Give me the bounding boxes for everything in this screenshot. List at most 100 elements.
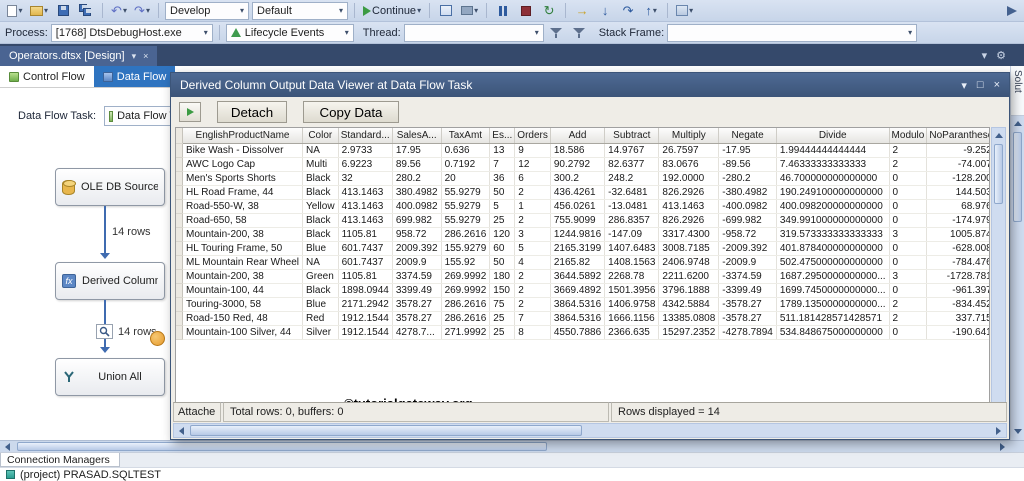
lifecycle-events-combo[interactable]: Lifecycle Events ▾	[225, 23, 354, 42]
grid-column-header[interactable]: NoParantheses	[926, 128, 989, 144]
grid-column-header[interactable]: SalesA...	[392, 128, 442, 144]
data-flow-icon	[102, 71, 113, 82]
grid-row[interactable]: AWC Logo Cap Multi 6.9223 89.56 0.7192 7 12 90.…	[176, 157, 989, 172]
grid-column-header[interactable]: Negate	[718, 128, 777, 144]
chevron-down-icon[interactable]: ▾	[132, 51, 137, 62]
component-union-all[interactable]: Union All	[55, 358, 165, 396]
process-combo[interactable]: [1768] DtsDebugHost.exe ▾	[50, 23, 213, 42]
show-next-statement-button[interactable]: →	[572, 2, 592, 20]
grid-cell: 0	[889, 213, 928, 228]
step-over-button[interactable]: ↷	[618, 2, 638, 20]
grid-row[interactable]: HL Touring Frame, 50 Blue 601.7437 2009.392…	[176, 241, 989, 256]
grid-horizontal-scrollbar[interactable]	[173, 423, 1007, 438]
feedback-button[interactable]	[999, 2, 1019, 20]
solution-explorer-collapsed-tab[interactable]: Solut	[1011, 66, 1024, 116]
grid-cell: 380.4982	[392, 185, 442, 200]
grid-column-header[interactable]: Es...	[489, 128, 516, 144]
grid-cell: 1699.7450000000000...	[776, 283, 890, 298]
scroll-up-arrow[interactable]	[992, 128, 1005, 142]
restart-button[interactable]: ↻	[539, 2, 559, 20]
thread-combo[interactable]: ▾	[403, 23, 544, 42]
configuration-combo[interactable]: Develop ▾	[165, 1, 250, 20]
undo-button[interactable]: ↶ ▾	[109, 2, 129, 20]
grid-cell: 0	[889, 185, 928, 200]
data-viewer-button[interactable]	[96, 324, 113, 339]
grid-row[interactable]: HL Road Frame, 44 Black 413.1463 380.4982 55…	[176, 185, 989, 200]
maximize-icon[interactable]: □	[977, 79, 984, 91]
scroll-right-arrow[interactable]	[995, 441, 1010, 452]
grid-cell: 55.9279	[441, 213, 491, 228]
tab-control-flow[interactable]: Control Flow	[0, 66, 94, 87]
step-out-button[interactable]: ↑ ▾	[641, 2, 661, 20]
platform-combo[interactable]: Default ▾	[252, 1, 349, 20]
stack-frame-combo[interactable]: ▾	[667, 23, 918, 42]
grid-cell: Mountain-200, 38	[182, 269, 304, 284]
open-file-button[interactable]: ▾	[28, 2, 50, 20]
chevron-down-icon[interactable]: ▾	[982, 49, 988, 62]
scroll-right-arrow[interactable]	[991, 424, 1006, 437]
grid-column-header[interactable]: Add	[550, 128, 606, 144]
dialog-titlebar[interactable]: Derived Column Output Data Viewer at Dat…	[171, 73, 1009, 97]
grid-row[interactable]: Road-650, 58 Black 413.1463 699.982 55.9279 2…	[176, 213, 989, 228]
grid-column-header[interactable]: TaxAmt	[441, 128, 491, 144]
resume-button[interactable]	[179, 102, 201, 122]
grid-row[interactable]: Mountain-100 Silver, 44 Silver 1912.1544 42…	[176, 325, 989, 340]
grid-column-header[interactable]: Color	[302, 128, 339, 144]
grid-row[interactable]: Road-550-W, 38 Yellow 413.1463 400.0982 55.9…	[176, 199, 989, 214]
chevron-down-icon[interactable]: ▾	[961, 79, 967, 92]
grid-cell: 2406.9748	[658, 255, 720, 270]
grid-row[interactable]: Touring-3000, 58 Blue 2171.2942 3578.27 286.…	[176, 297, 989, 312]
output-window-button[interactable]: ▾	[459, 2, 480, 20]
flag-threads-button[interactable]	[547, 24, 567, 42]
grid-column-header[interactable]: Subtract	[604, 128, 660, 144]
breakpoints-window-button[interactable]	[436, 2, 456, 20]
grid-column-header[interactable]: EnglishProductName	[182, 128, 304, 144]
step-into-button[interactable]: ↓	[595, 2, 615, 20]
grid-column-header[interactable]: Orders	[514, 128, 551, 144]
scrollbar-thumb[interactable]	[17, 442, 547, 451]
scroll-left-arrow[interactable]	[0, 441, 15, 452]
pause-button[interactable]	[493, 2, 513, 20]
document-tab-operators[interactable]: Operators.dtsx [Design] ▾ ×	[0, 46, 158, 66]
close-icon[interactable]: ×	[143, 51, 148, 61]
stop-debugging-button[interactable]	[516, 2, 536, 20]
connection-managers-tab[interactable]: Connection Managers	[0, 453, 120, 467]
scroll-left-arrow[interactable]	[174, 424, 189, 437]
redo-button[interactable]: ↷ ▾	[132, 2, 152, 20]
copy-data-button[interactable]: Copy Data	[303, 101, 399, 123]
tab-data-flow[interactable]: Data Flow	[93, 66, 176, 87]
grid-row[interactable]: Road-150 Red, 48 Red 1912.1544 3578.27 286.2…	[176, 311, 989, 326]
grid-column-header[interactable]: Divide	[776, 128, 890, 144]
component-ole-db-source[interactable]: OLE DB Source	[55, 168, 165, 206]
grid-row[interactable]: Bike Wash - Dissolver NA 2.9733 17.95 0.636 1…	[176, 143, 989, 158]
grid-column-header[interactable]: Standard...	[338, 128, 393, 144]
filter-threads-button[interactable]	[570, 24, 590, 42]
hierarchy-button[interactable]: ▾	[674, 2, 695, 20]
grid-cell: 46.700000000000000	[776, 171, 890, 186]
designer-horizontal-scrollbar[interactable]	[0, 440, 1010, 452]
close-icon[interactable]: ×	[994, 79, 1000, 91]
detach-button[interactable]: Detach	[217, 101, 287, 123]
grid-row[interactable]: ML Mountain Rear Wheel NA 601.7437 2009.9 15…	[176, 255, 989, 270]
scrollbar-thumb[interactable]	[1013, 132, 1022, 222]
grid-row[interactable]: Mountain-200, 38 Black 1105.81 958.72 286.26…	[176, 227, 989, 242]
scroll-up-arrow[interactable]	[1011, 116, 1024, 130]
grid-row[interactable]: Men's Sports Shorts Black 32 280.2 20 36 6 300.…	[176, 171, 989, 186]
component-derived-column[interactable]: fx Derived Column	[55, 262, 165, 300]
grid-vertical-scrollbar[interactable]	[991, 127, 1006, 403]
scroll-down-arrow[interactable]	[1011, 424, 1024, 438]
grid-column-header[interactable]: Modulo	[889, 128, 928, 144]
save-all-button[interactable]	[76, 2, 96, 20]
grid-column-header[interactable]: Multiply	[658, 128, 720, 144]
continue-button[interactable]: Continue ▾	[361, 2, 423, 20]
scrollbar-thumb[interactable]	[190, 425, 582, 436]
gear-icon[interactable]: ⚙	[996, 49, 1006, 62]
scrollbar-thumb[interactable]	[994, 144, 1003, 204]
grid-row[interactable]: Mountain-100, 44 Black 1898.0944 3399.49 269…	[176, 283, 989, 298]
new-file-button[interactable]: ▾	[5, 2, 25, 20]
save-button[interactable]	[53, 2, 73, 20]
app-vertical-scrollbar[interactable]	[1011, 116, 1024, 440]
grid-row[interactable]: Mountain-200, 38 Green 1105.81 3374.59 269.9…	[176, 269, 989, 284]
grid-cell: 2366.635	[604, 325, 660, 340]
connection-manager-item[interactable]: (project) PRASAD.SQLTEST	[0, 468, 1024, 481]
